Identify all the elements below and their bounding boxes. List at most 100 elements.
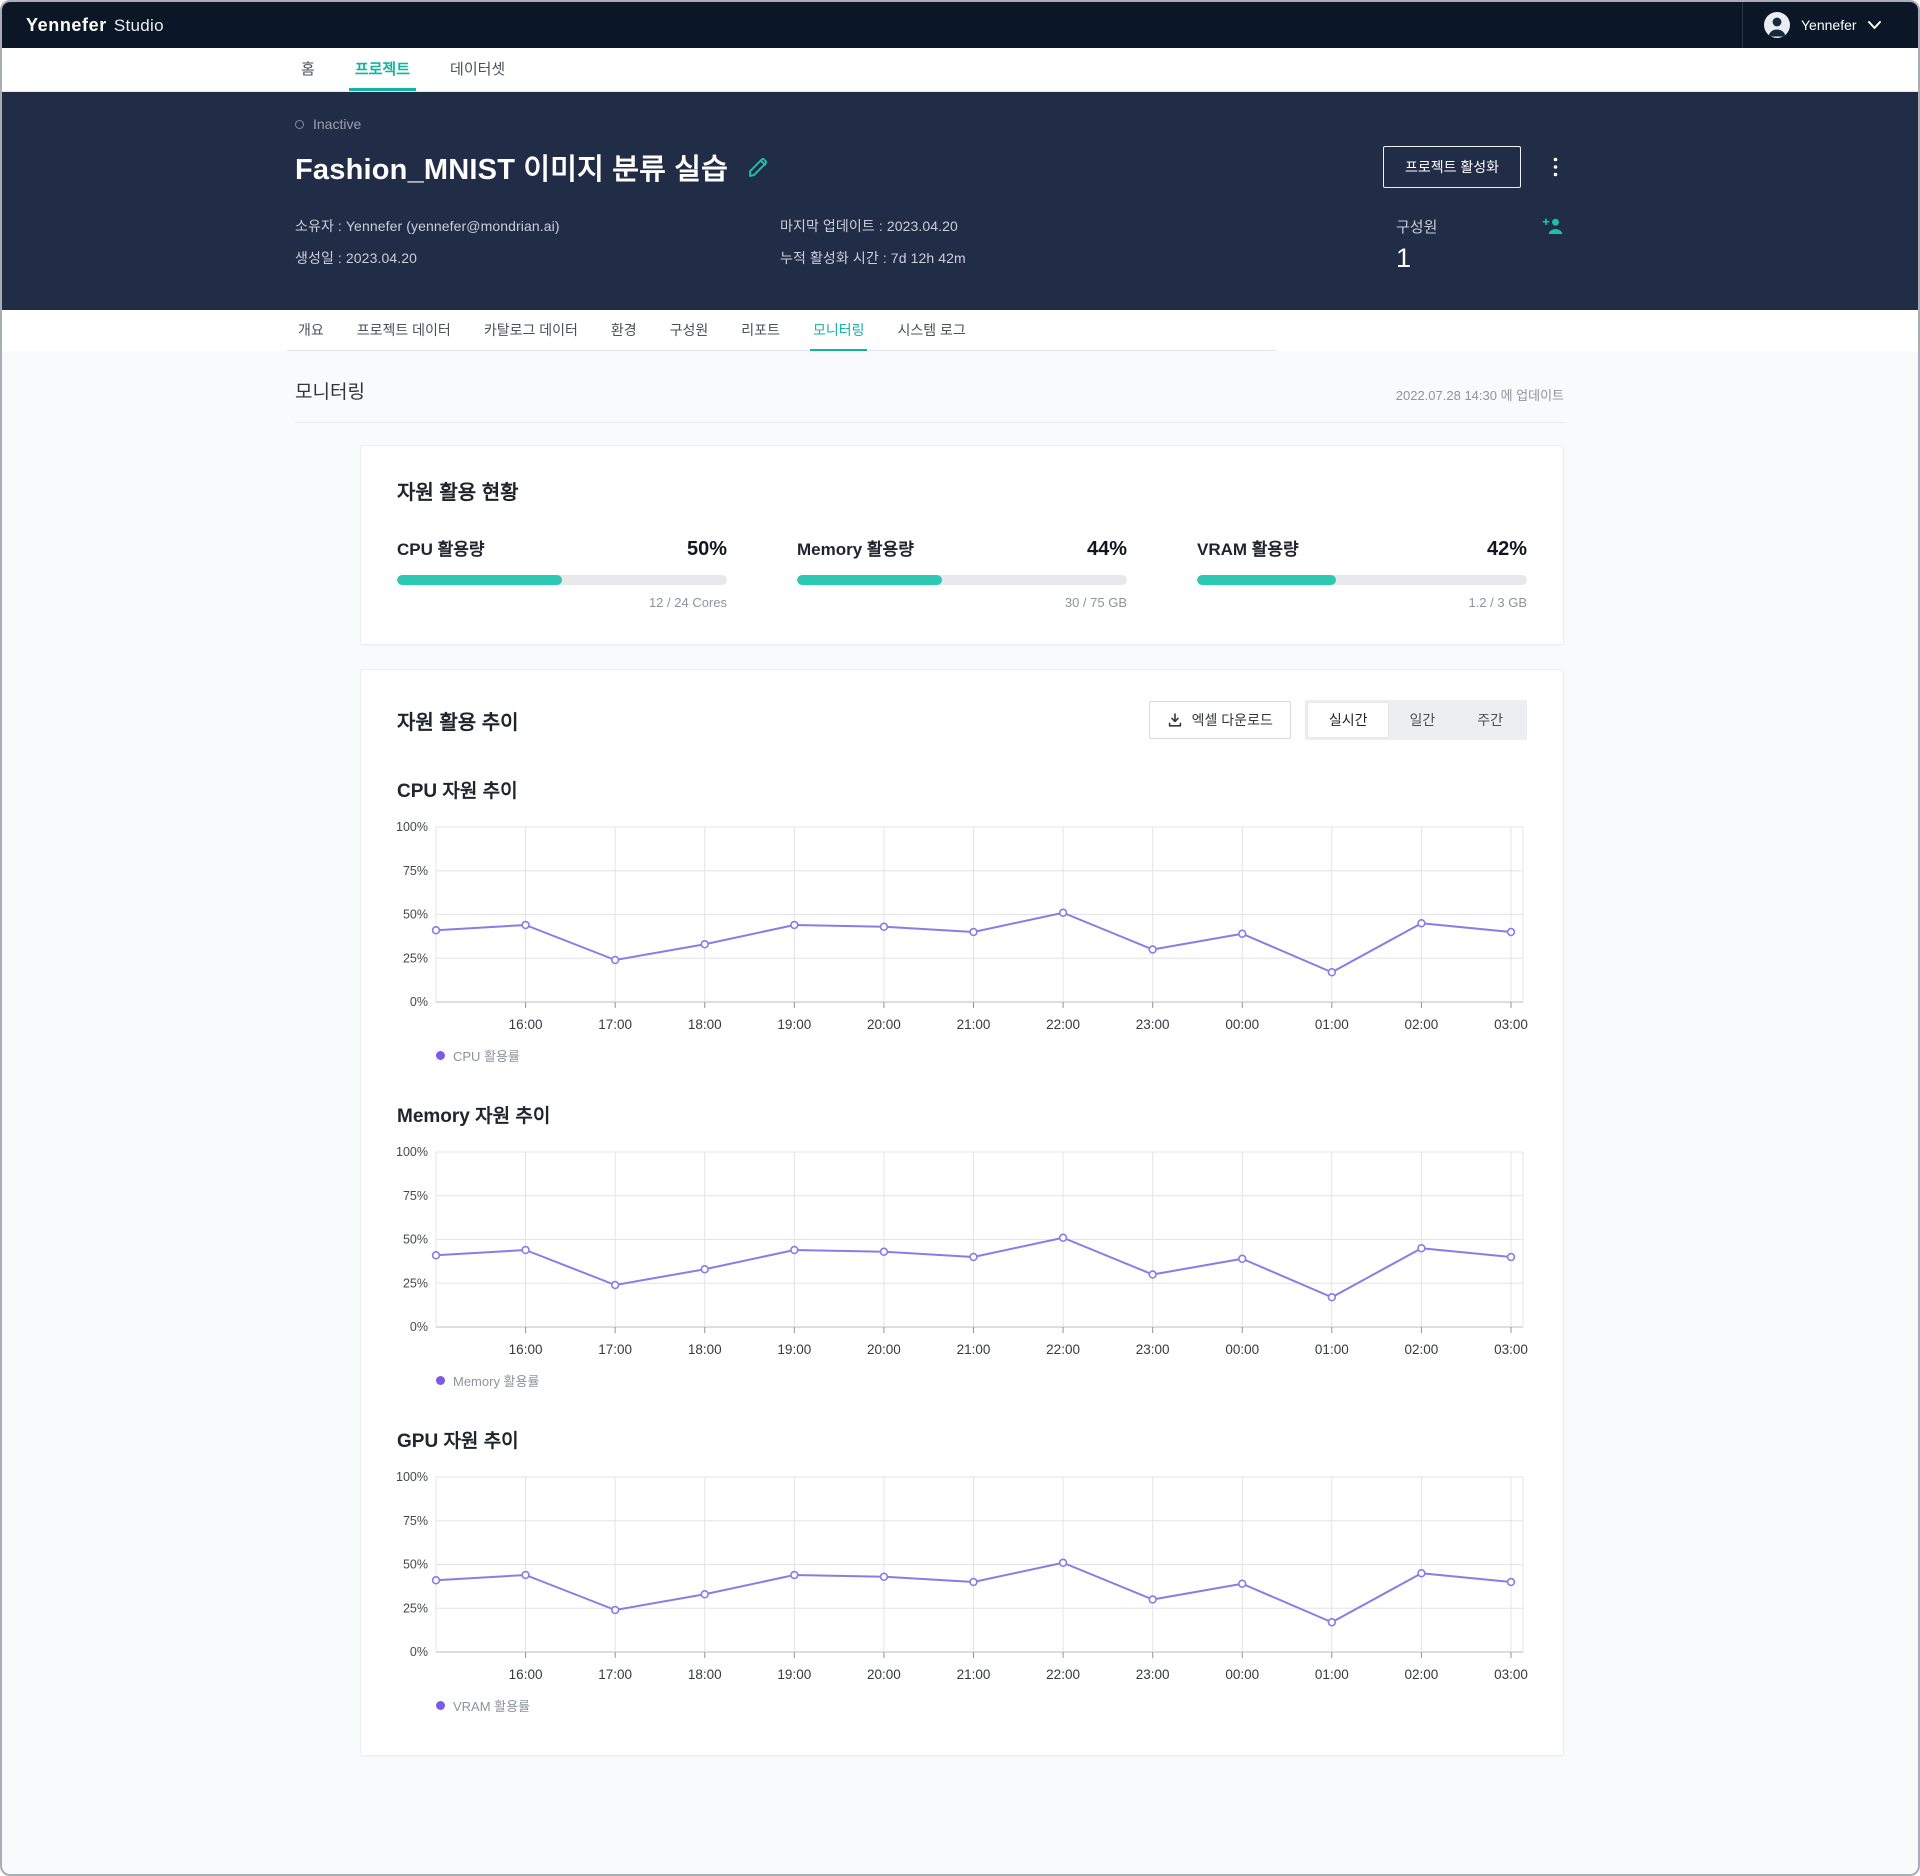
svg-text:17:00: 17:00: [598, 1667, 632, 1682]
svg-text:20:00: 20:00: [867, 1017, 901, 1032]
chart-legend: VRAM 활용률: [397, 1696, 1527, 1715]
svg-text:0%: 0%: [410, 995, 428, 1009]
svg-text:01:00: 01:00: [1315, 1017, 1349, 1032]
download-icon: [1167, 712, 1183, 728]
svg-text:02:00: 02:00: [1405, 1342, 1439, 1357]
svg-text:22:00: 22:00: [1046, 1342, 1080, 1357]
legend-label: CPU 활용률: [453, 1046, 520, 1065]
svg-text:100%: 100%: [397, 1145, 428, 1159]
meter-label: Memory 활용량: [797, 535, 914, 560]
range-daily-button[interactable]: 일간: [1388, 703, 1456, 737]
svg-text:02:00: 02:00: [1405, 1017, 1439, 1032]
svg-text:18:00: 18:00: [688, 1342, 722, 1357]
monitoring-title: 모니터링: [295, 377, 365, 404]
person-add-icon: [1542, 217, 1564, 236]
excel-download-label: 엑셀 다운로드: [1192, 710, 1273, 730]
tab-overview[interactable]: 개요: [295, 310, 327, 351]
svg-text:21:00: 21:00: [957, 1017, 991, 1032]
svg-text:18:00: 18:00: [688, 1017, 722, 1032]
members-summary: 구성원 1: [1396, 216, 1564, 274]
kebab-icon: [1553, 157, 1558, 177]
pencil-icon: [746, 155, 771, 180]
activate-project-button[interactable]: 프로젝트 활성화: [1383, 146, 1521, 188]
progress-fill: [1197, 575, 1336, 585]
svg-text:22:00: 22:00: [1046, 1667, 1080, 1682]
gpu-trend-chart: GPU 자원 추이 0%25%50%75%100%16:0017:0018:00…: [397, 1426, 1527, 1715]
range-weekly-button[interactable]: 주간: [1456, 703, 1524, 737]
svg-text:03:00: 03:00: [1494, 1017, 1528, 1032]
tab-environment[interactable]: 환경: [608, 310, 640, 351]
active-time-info: 누적 활성화 시간 : 7d 12h 42m: [780, 248, 1396, 268]
logo-text-primary: Yennefer: [26, 15, 107, 36]
trend-card-title: 자원 활용 추이: [397, 706, 519, 735]
svg-text:21:00: 21:00: [957, 1342, 991, 1357]
svg-text:02:00: 02:00: [1405, 1667, 1439, 1682]
logo-text-secondary: Studio: [114, 16, 164, 36]
chart-legend: Memory 활용률: [397, 1371, 1527, 1390]
memory-usage-meter: Memory 활용량 44% 30 / 75 GB: [797, 535, 1127, 610]
tab-home[interactable]: 홈: [295, 48, 321, 91]
chart-title: Memory 자원 추이: [397, 1101, 1527, 1128]
svg-text:03:00: 03:00: [1494, 1342, 1528, 1357]
legend-label: Memory 활용률: [453, 1371, 539, 1390]
svg-text:25%: 25%: [403, 951, 428, 965]
excel-download-button[interactable]: 엑셀 다운로드: [1149, 701, 1291, 739]
legend-dot-icon: [436, 1701, 445, 1710]
tab-projects[interactable]: 프로젝트: [349, 48, 416, 91]
progress-fill: [797, 575, 942, 585]
tab-datasets[interactable]: 데이터셋: [444, 48, 511, 91]
svg-text:19:00: 19:00: [777, 1667, 811, 1682]
project-header: Inactive Fashion_MNIST 이미지 분류 실습: [2, 92, 1918, 310]
svg-text:20:00: 20:00: [867, 1667, 901, 1682]
svg-text:23:00: 23:00: [1136, 1667, 1170, 1682]
range-realtime-button[interactable]: 실시간: [1308, 703, 1389, 737]
svg-text:100%: 100%: [397, 820, 428, 834]
user-menu[interactable]: Yennefer: [1742, 2, 1918, 48]
meter-label: VRAM 활용량: [1197, 535, 1299, 560]
svg-text:00:00: 00:00: [1225, 1017, 1259, 1032]
created-date-info: 생성일 : 2023.04.20: [295, 248, 780, 268]
tab-catalog-data[interactable]: 카탈로그 데이터: [481, 310, 581, 351]
line-chart: 0%25%50%75%100%16:0017:0018:0019:0020:00…: [397, 1469, 1529, 1688]
members-count: 1: [1396, 243, 1564, 274]
tab-monitoring[interactable]: 모니터링: [810, 310, 868, 351]
edit-title-button[interactable]: [746, 155, 771, 180]
time-range-segmented-control: 실시간 일간 주간: [1305, 700, 1527, 740]
cpu-usage-meter: CPU 활용량 50% 12 / 24 Cores: [397, 535, 727, 610]
app-window: Yennefer Studio Yennefer 홈 프로젝: [0, 0, 1920, 1876]
updated-timestamp: 2022.07.28 14:30 에 업데이트: [1396, 385, 1564, 404]
svg-text:22:00: 22:00: [1046, 1017, 1080, 1032]
project-status: Inactive: [295, 116, 1564, 132]
svg-text:16:00: 16:00: [509, 1017, 543, 1032]
resource-trend-card: 자원 활용 추이 엑셀 다운로드 실시간 일간 주간: [360, 669, 1564, 1756]
legend-dot-icon: [436, 1051, 445, 1060]
tab-report[interactable]: 리포트: [738, 310, 783, 351]
svg-text:18:00: 18:00: [688, 1667, 722, 1682]
last-update-info: 마지막 업데이트 : 2023.04.20: [780, 216, 1396, 236]
progress-bar: [397, 575, 727, 585]
chart-title: CPU 자원 추이: [397, 776, 1527, 803]
cpu-trend-chart: CPU 자원 추이 0%25%50%75%100%16:0017:0018:00…: [397, 776, 1527, 1065]
tab-project-data[interactable]: 프로젝트 데이터: [354, 310, 454, 351]
top-bar: Yennefer Studio Yennefer: [2, 2, 1918, 48]
chart-legend: CPU 활용률: [397, 1046, 1527, 1065]
status-dot-icon: [295, 120, 304, 129]
owner-info: 소유자 : Yennefer (yennefer@mondrian.ai): [295, 216, 780, 236]
legend-label: VRAM 활용률: [453, 1696, 530, 1715]
line-chart: 0%25%50%75%100%16:0017:0018:0019:0020:00…: [397, 1144, 1529, 1363]
tab-system-log[interactable]: 시스템 로그: [894, 310, 968, 351]
add-member-button[interactable]: [1542, 217, 1564, 236]
progress-bar: [797, 575, 1127, 585]
svg-text:25%: 25%: [403, 1276, 428, 1290]
vram-usage-meter: VRAM 활용량 42% 1.2 / 3 GB: [1197, 535, 1527, 610]
tab-members[interactable]: 구성원: [667, 310, 712, 351]
svg-text:75%: 75%: [403, 864, 428, 878]
svg-text:25%: 25%: [403, 1601, 428, 1615]
more-options-button[interactable]: [1547, 153, 1564, 181]
meter-caption: 12 / 24 Cores: [397, 595, 727, 610]
chevron-down-icon: [1867, 20, 1882, 30]
meter-percent: 44%: [1087, 538, 1127, 561]
status-label: Inactive: [313, 116, 361, 132]
meter-percent: 42%: [1487, 538, 1527, 561]
legend-dot-icon: [436, 1376, 445, 1385]
